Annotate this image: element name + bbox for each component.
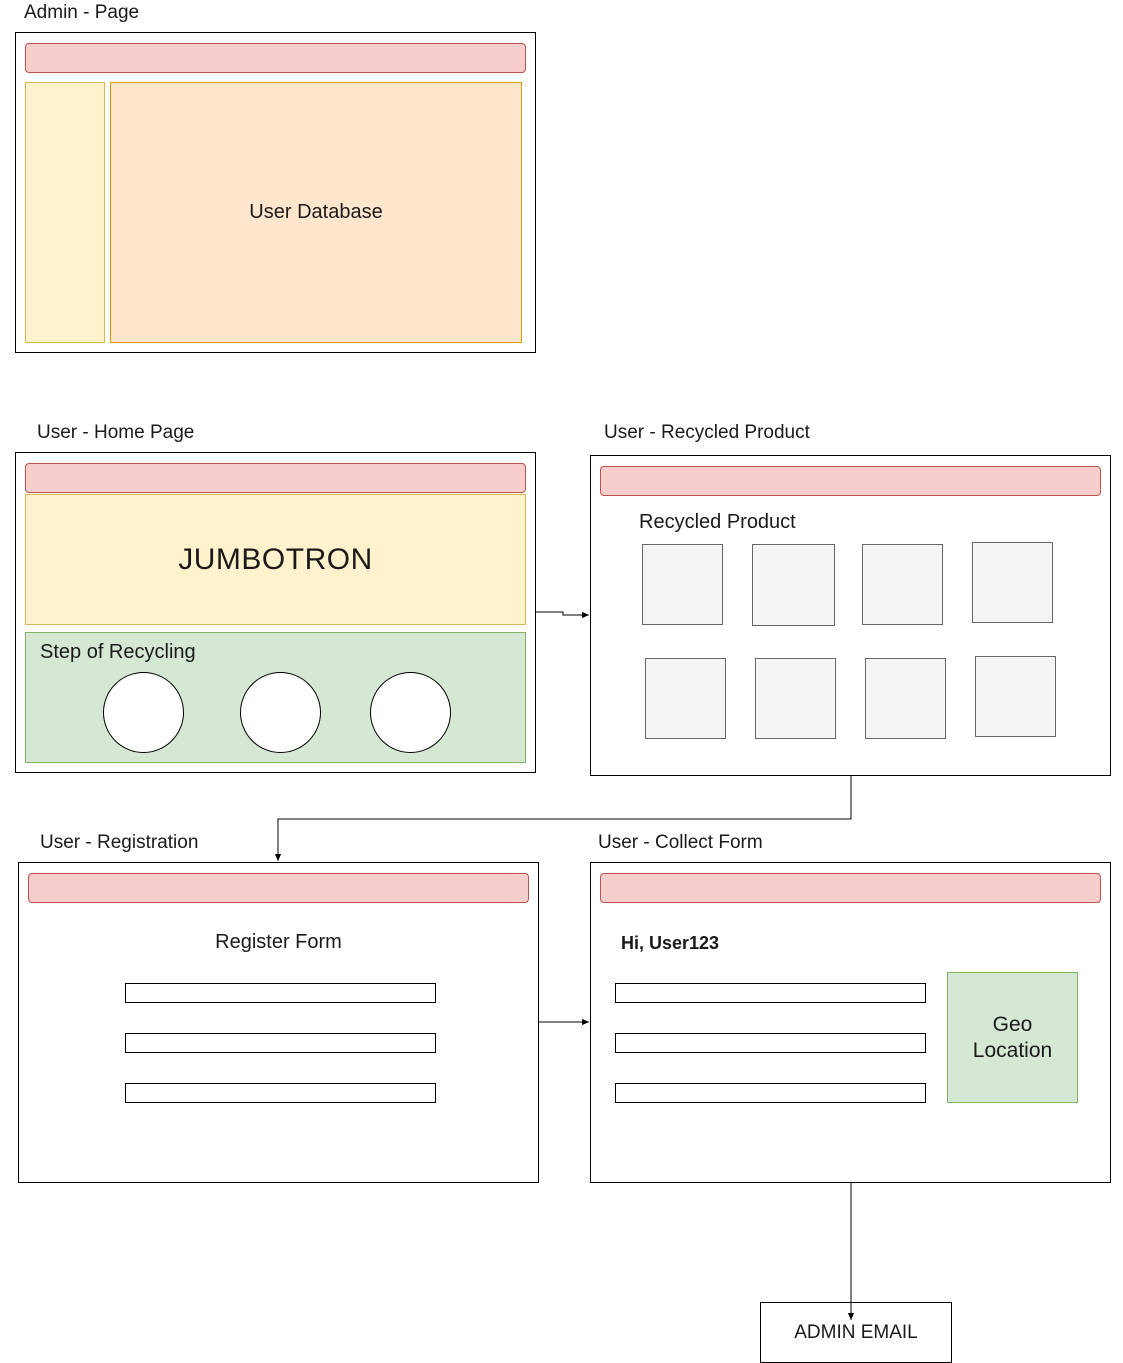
connector-home-to-recycled [536, 611, 589, 619]
connector-recycled-to-registration [274, 776, 852, 861]
flow-connectors [274, 611, 855, 1320]
